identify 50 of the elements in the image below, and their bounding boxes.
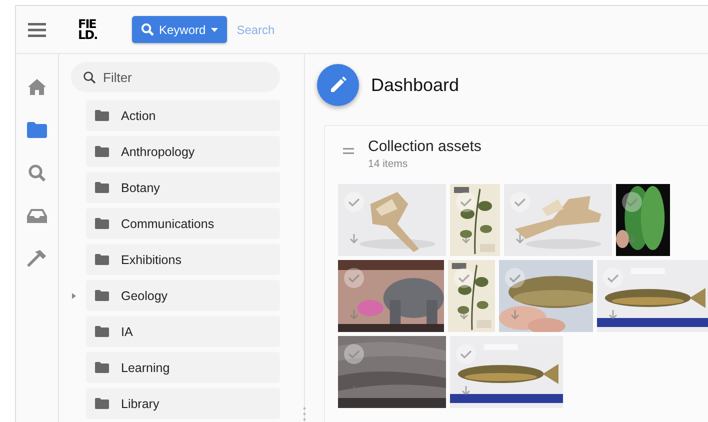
page-title: Dashboard (371, 74, 460, 96)
folder-item[interactable]: Learning (86, 352, 280, 383)
caret-icon (210, 28, 218, 32)
download-icon[interactable] (461, 234, 471, 244)
folder-item[interactable]: Action (86, 100, 280, 131)
select-check-icon[interactable] (454, 268, 474, 288)
select-check-icon[interactable] (622, 192, 642, 212)
download-icon[interactable] (627, 234, 637, 244)
select-check-icon[interactable] (510, 192, 530, 212)
folder-icon (95, 218, 109, 229)
folder-item[interactable]: Exhibitions (86, 244, 280, 275)
folder-icon (95, 362, 109, 373)
folder-item[interactable]: Botany (86, 172, 280, 203)
resize-handle-icon[interactable] (303, 407, 306, 421)
folder-item[interactable]: Geology (86, 280, 280, 311)
folder-icon (95, 290, 109, 301)
select-check-icon[interactable] (344, 192, 364, 212)
folder-icon (95, 398, 109, 409)
select-check-icon[interactable] (344, 344, 364, 364)
folder-icon (95, 326, 109, 337)
select-check-icon[interactable] (505, 268, 526, 288)
download-icon[interactable] (608, 310, 618, 320)
drag-handle-icon[interactable] (343, 148, 354, 154)
folder-icon (95, 110, 109, 121)
search-icon (141, 23, 154, 36)
item-count: 14 items (368, 158, 409, 170)
logo[interactable]: FIE LD. (78, 18, 102, 40)
folder-item[interactable]: IA (86, 316, 280, 347)
search-field[interactable]: Search (230, 18, 363, 40)
select-check-icon[interactable] (602, 268, 623, 288)
nav-icon[interactable] (27, 247, 47, 270)
download-icon[interactable] (461, 386, 471, 396)
pencil-icon (329, 76, 347, 94)
folder-item[interactable]: Communications (86, 208, 280, 239)
expand-caret-icon[interactable] (72, 293, 76, 299)
card-title: Collection assets (368, 138, 482, 155)
folder-item[interactable]: Library (86, 388, 280, 419)
select-check-icon[interactable] (456, 344, 476, 364)
edit-button[interactable] (317, 64, 359, 106)
select-check-icon[interactable] (456, 192, 476, 212)
keyword-dropdown-button[interactable]: Keyword (132, 16, 227, 43)
select-check-icon[interactable] (344, 268, 364, 288)
filter-field[interactable]: Filter (71, 62, 280, 92)
menu-icon[interactable] (28, 22, 46, 36)
folder-item[interactable]: Anthropology (86, 136, 280, 167)
download-icon[interactable] (459, 310, 470, 320)
search-icon (83, 71, 96, 84)
folder-icon (95, 254, 109, 265)
folder-icon (95, 146, 109, 157)
folder-icon (95, 182, 109, 193)
